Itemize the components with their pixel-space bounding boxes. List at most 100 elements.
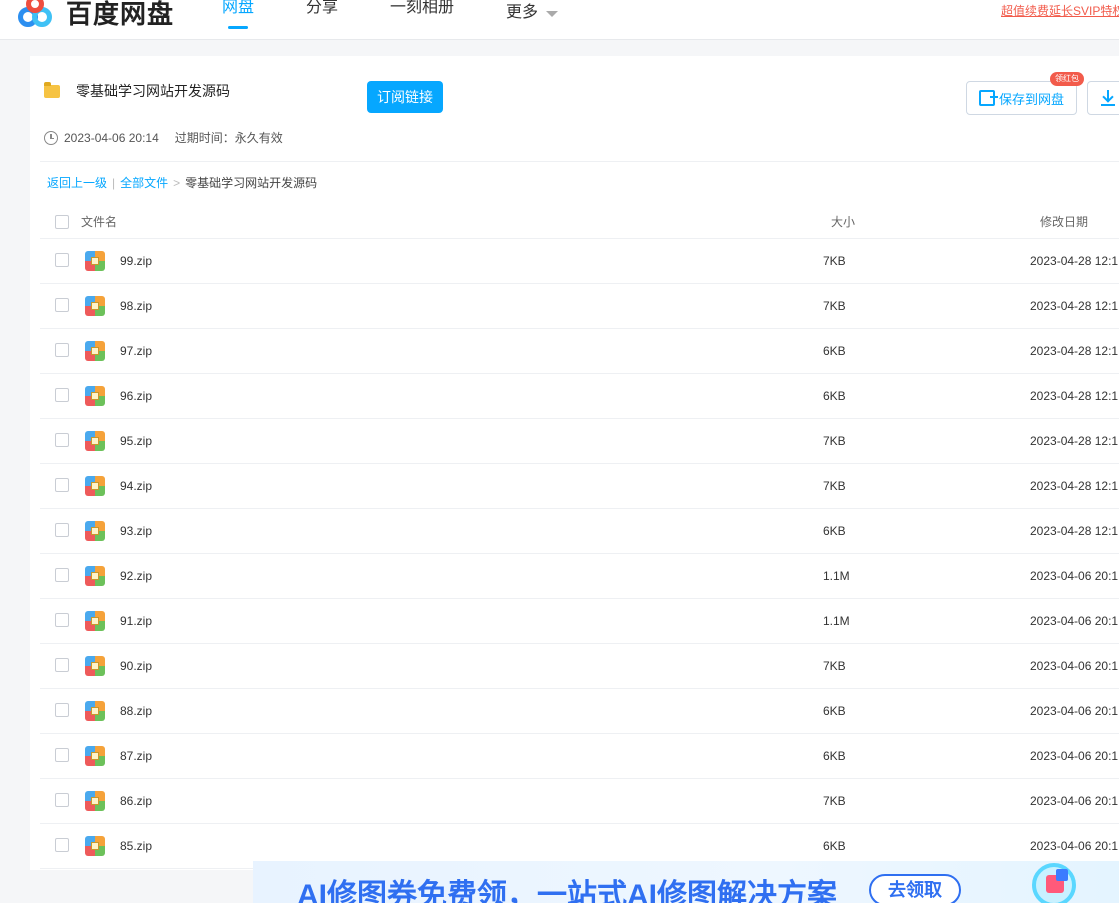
nav-item-share[interactable]: 分享 (306, 0, 338, 28)
file-size: 6KB (823, 839, 846, 853)
row-checkbox[interactable] (55, 568, 69, 582)
file-modified-date: 2023-04-28 12:1 (1030, 254, 1119, 268)
zip-file-icon (85, 386, 105, 406)
file-row[interactable]: 90.zip 7KB 2023-04-06 20:1 (40, 644, 1119, 689)
zip-file-icon (85, 296, 105, 316)
breadcrumb-separator: | (112, 175, 116, 190)
file-size: 1.1M (823, 569, 850, 583)
breadcrumb-all-files-link[interactable]: 全部文件 (120, 174, 168, 191)
zip-file-icon (85, 701, 105, 721)
share-meta: 2023-04-06 20:14 过期时间：永久有效 (44, 129, 283, 146)
row-checkbox[interactable] (55, 433, 69, 447)
save-icon (978, 90, 998, 106)
file-name[interactable]: 93.zip (120, 524, 152, 538)
column-header-name[interactable]: 文件名 (81, 213, 117, 230)
divider (40, 161, 1119, 162)
zip-file-icon (85, 431, 105, 451)
column-header-date[interactable]: 修改日期 (1040, 213, 1088, 230)
share-created-time: 2023-04-06 20:14 (64, 130, 159, 145)
file-modified-date: 2023-04-28 12:1 (1030, 479, 1119, 493)
breadcrumb: 返回上一级 | 全部文件 > 零基础学习网站开发源码 (47, 174, 317, 191)
file-modified-date: 2023-04-06 20:1 (1030, 659, 1119, 673)
nav-item-album[interactable]: 一刻相册 (390, 0, 454, 28)
zip-file-icon (85, 656, 105, 676)
logo-icon (18, 0, 60, 29)
zip-file-icon (85, 611, 105, 631)
row-checkbox[interactable] (55, 523, 69, 537)
save-to-netdisk-button[interactable]: 保存到网盘 (966, 81, 1077, 115)
nav-item-netdisk[interactable]: 网盘 (222, 0, 254, 29)
ai-photo-banner[interactable]: AI修图券免费领，一站式AI修图解决方案 去领取 (253, 861, 1119, 903)
file-name[interactable]: 85.zip (120, 839, 152, 853)
download-icon (1101, 90, 1115, 106)
file-size: 1.1M (823, 614, 850, 628)
breadcrumb-back-link[interactable]: 返回上一级 (47, 174, 107, 191)
breadcrumb-current: 零基础学习网站开发源码 (185, 176, 318, 190)
file-name[interactable]: 96.zip (120, 389, 152, 403)
zip-file-icon (85, 476, 105, 496)
banner-claim-button[interactable]: 去领取 (869, 874, 961, 903)
file-row[interactable]: 98.zip 7KB 2023-04-28 12:1 (40, 284, 1119, 329)
nav-item-more[interactable]: 更多 (506, 0, 559, 28)
file-name[interactable]: 86.zip (120, 794, 152, 808)
file-modified-date: 2023-04-28 12:1 (1030, 524, 1119, 538)
row-checkbox[interactable] (55, 478, 69, 492)
file-row[interactable]: 96.zip 6KB 2023-04-28 12:1 (40, 374, 1119, 419)
file-name[interactable]: 95.zip (120, 434, 152, 448)
row-checkbox[interactable] (55, 838, 69, 852)
subscribe-link-button[interactable]: 订阅链接 (367, 81, 443, 113)
file-modified-date: 2023-04-28 12:1 (1030, 389, 1119, 403)
zip-file-icon (85, 341, 105, 361)
zip-file-icon (85, 791, 105, 811)
row-checkbox[interactable] (55, 703, 69, 717)
select-all-checkbox[interactable] (55, 215, 69, 229)
row-checkbox[interactable] (55, 658, 69, 672)
file-row[interactable]: 99.zip 7KB 2023-04-28 12:1 (40, 239, 1119, 284)
file-row[interactable]: 93.zip 6KB 2023-04-28 12:1 (40, 509, 1119, 554)
download-button[interactable] (1087, 81, 1119, 115)
file-row[interactable]: 95.zip 7KB 2023-04-28 12:1 (40, 419, 1119, 464)
file-row[interactable]: 94.zip 7KB 2023-04-28 12:1 (40, 464, 1119, 509)
column-header-size[interactable]: 大小 (831, 213, 855, 230)
file-row[interactable]: 86.zip 7KB 2023-04-06 20:1 (40, 779, 1119, 824)
file-name[interactable]: 99.zip (120, 254, 152, 268)
file-modified-date: 2023-04-06 20:1 (1030, 794, 1119, 808)
save-label: 保存到网盘 (998, 91, 1064, 107)
zip-file-icon (85, 521, 105, 541)
row-checkbox[interactable] (55, 748, 69, 762)
file-row[interactable]: 97.zip 6KB 2023-04-28 12:1 (40, 329, 1119, 374)
row-checkbox[interactable] (55, 343, 69, 357)
file-modified-date: 2023-04-28 12:1 (1030, 344, 1119, 358)
file-name[interactable]: 90.zip (120, 659, 152, 673)
clock-icon (44, 130, 58, 145)
file-name[interactable]: 97.zip (120, 344, 152, 358)
file-name[interactable]: 87.zip (120, 749, 152, 763)
main-nav: 网盘 分享 一刻相册 更多 (222, 0, 610, 30)
file-row[interactable]: 91.zip 1.1M 2023-04-06 20:1 (40, 599, 1119, 644)
file-modified-date: 2023-04-28 12:1 (1030, 299, 1119, 313)
file-name[interactable]: 98.zip (120, 299, 152, 313)
row-checkbox[interactable] (55, 253, 69, 267)
file-size: 6KB (823, 524, 846, 538)
file-name[interactable]: 88.zip (120, 704, 152, 718)
file-row[interactable]: 87.zip 6KB 2023-04-06 20:1 (40, 734, 1119, 779)
breadcrumb-arrow: > (173, 175, 181, 190)
top-nav-bar: 百度网盘 网盘 分享 一刻相册 更多 超值续费延长SVIP特权 (0, 0, 1119, 40)
file-name[interactable]: 91.zip (120, 614, 152, 628)
file-size: 7KB (823, 794, 846, 808)
file-name[interactable]: 92.zip (120, 569, 152, 583)
baidu-netdisk-logo[interactable]: 百度网盘 (18, 0, 174, 32)
row-checkbox[interactable] (55, 613, 69, 627)
row-checkbox[interactable] (55, 793, 69, 807)
file-table-header: 文件名 大小 修改日期 (40, 206, 1119, 239)
file-name[interactable]: 94.zip (120, 479, 152, 493)
file-row[interactable]: 88.zip 6KB 2023-04-06 20:1 (40, 689, 1119, 734)
file-size: 7KB (823, 299, 846, 313)
zip-file-icon (85, 746, 105, 766)
row-checkbox[interactable] (55, 388, 69, 402)
svip-promo-link[interactable]: 超值续费延长SVIP特权 (1001, 2, 1119, 19)
file-modified-date: 2023-04-06 20:1 (1030, 569, 1119, 583)
file-modified-date: 2023-04-06 20:1 (1030, 749, 1119, 763)
row-checkbox[interactable] (55, 298, 69, 312)
file-row[interactable]: 92.zip 1.1M 2023-04-06 20:1 (40, 554, 1119, 599)
